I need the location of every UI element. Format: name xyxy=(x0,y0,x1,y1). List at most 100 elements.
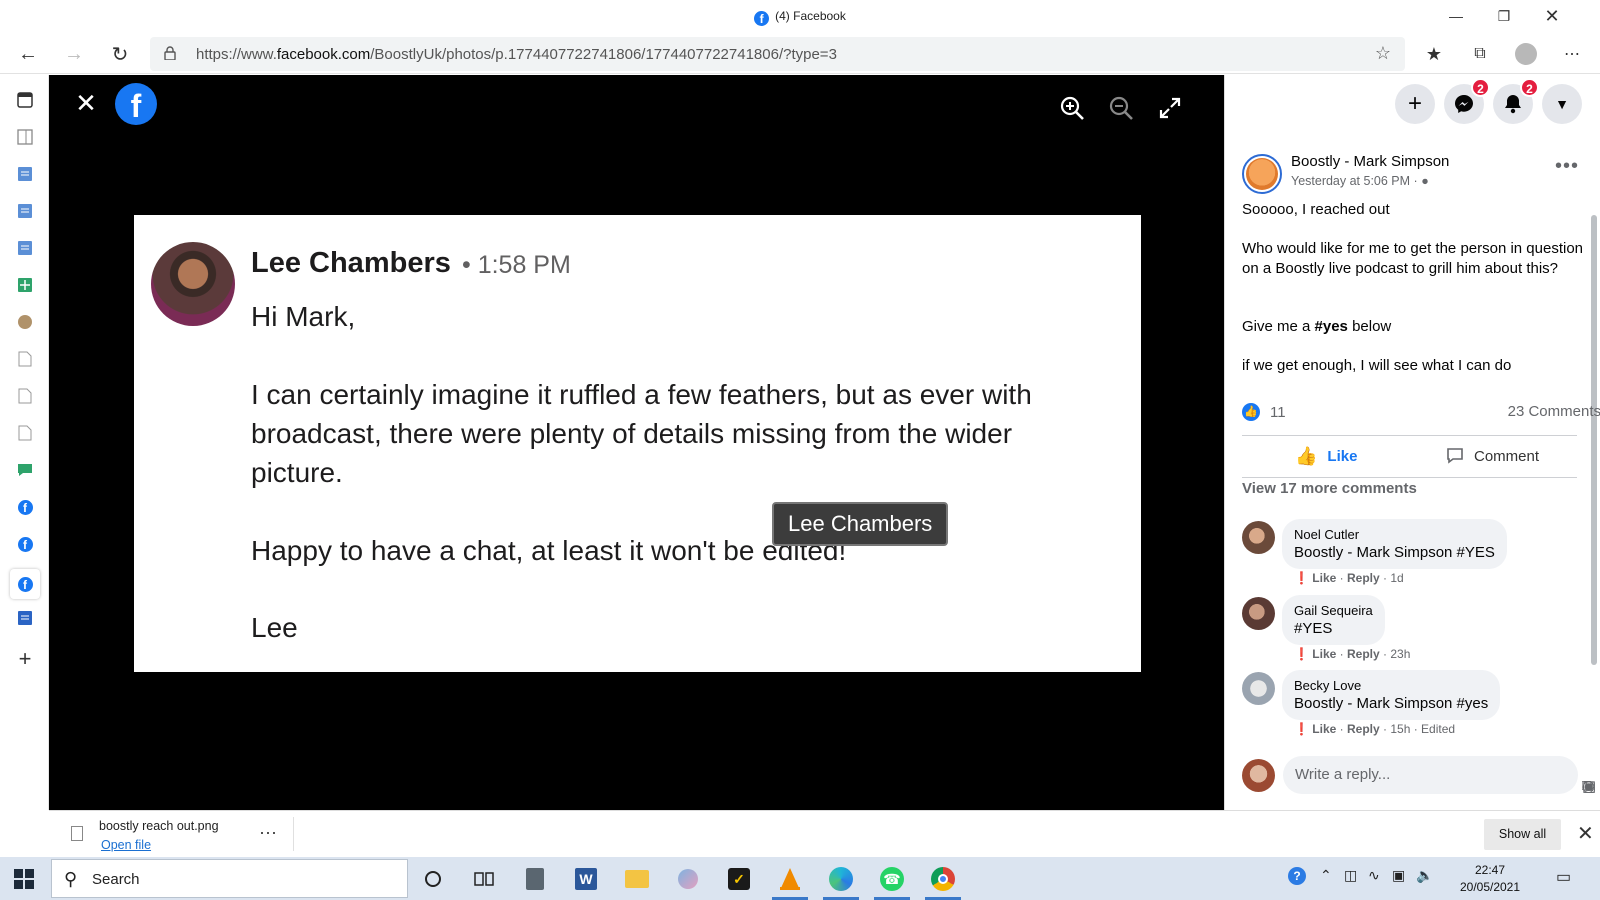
commenter-name[interactable]: Gail Sequeira xyxy=(1294,603,1373,618)
post-paragraph: Give me a #yes below xyxy=(1242,318,1392,335)
commenter-avatar[interactable] xyxy=(1242,672,1275,705)
zoom-out-icon[interactable] xyxy=(1108,95,1134,121)
file-explorer-icon[interactable] xyxy=(617,862,657,896)
download-options-icon[interactable]: ⋯ xyxy=(259,823,278,844)
close-viewer-icon[interactable]: ✕ xyxy=(73,90,99,117)
document-tab-icon[interactable] xyxy=(13,162,37,186)
spreadsheet-tab-icon[interactable] xyxy=(13,273,37,297)
norton-icon[interactable]: ✓ xyxy=(719,862,759,896)
cortana-icon[interactable] xyxy=(413,862,453,896)
reading-view-icon[interactable] xyxy=(13,125,37,149)
task-view-icon[interactable] xyxy=(464,862,504,896)
settings-more-icon[interactable]: ⋯ xyxy=(1556,38,1588,70)
reaction-summary[interactable]: 👍 11 xyxy=(1242,403,1286,421)
taskbar-search-box[interactable]: ⚲ Search xyxy=(51,859,408,898)
message-signoff: Lee xyxy=(251,612,298,643)
favorites-icon[interactable]: ★ xyxy=(1418,38,1450,70)
facebook-tab-icon-active[interactable]: f xyxy=(10,569,40,599)
close-download-bar-icon[interactable]: ✕ xyxy=(1577,821,1594,846)
hashtag-link[interactable]: #yes xyxy=(1315,318,1348,335)
tag-icon: ❗ xyxy=(1294,647,1309,661)
forward-button[interactable]: → xyxy=(58,38,90,70)
post-panel: + 2 2 ▼ Boostly - Mark Simpson Yesterday… xyxy=(1224,75,1600,810)
show-hidden-icons-icon[interactable]: ⌃ xyxy=(1320,867,1332,884)
edge-browser-icon[interactable] xyxy=(821,862,861,900)
help-icon[interactable]: ? xyxy=(1288,867,1306,885)
collections-icon[interactable]: ⧉ xyxy=(1464,38,1496,70)
fullscreen-icon[interactable] xyxy=(1157,95,1183,121)
commenter-name[interactable]: Noel Cutler xyxy=(1294,527,1495,542)
comment-count[interactable]: 23 Comments xyxy=(1508,403,1600,420)
commenter-avatar[interactable] xyxy=(1242,521,1275,554)
chrome-icon[interactable] xyxy=(923,862,963,900)
account-menu-button[interactable]: ▼ xyxy=(1542,84,1582,124)
view-more-comments-link[interactable]: View 17 more comments xyxy=(1242,480,1417,497)
post-timestamp[interactable]: Yesterday at 5:06 PM · ● xyxy=(1291,174,1429,188)
chat-tab-icon[interactable] xyxy=(13,458,37,482)
photo-viewer: ✕ f Lee Chambers • 1:58 PM Hi Mark, I ca… xyxy=(49,75,1224,810)
facebook-logo-icon[interactable]: f xyxy=(115,83,157,125)
document-tab-icon[interactable] xyxy=(13,236,37,260)
comment-like-link[interactable]: Like xyxy=(1312,571,1336,585)
create-button[interactable]: + xyxy=(1395,84,1435,124)
page-tab-icon[interactable] xyxy=(13,421,37,445)
commenter-avatar[interactable] xyxy=(1242,597,1275,630)
whatsapp-icon[interactable]: ☎ xyxy=(872,862,912,900)
facebook-tab-icon[interactable]: f xyxy=(13,495,37,519)
windows-start-icon[interactable] xyxy=(14,869,34,889)
open-file-link[interactable]: Open file xyxy=(101,838,151,852)
close-window-button[interactable]: ✕ xyxy=(1528,0,1576,32)
site-tab-icon[interactable] xyxy=(13,310,37,334)
comment-time[interactable]: 23h xyxy=(1390,647,1410,661)
taskbar-clock[interactable]: 22:47 20/05/2021 xyxy=(1450,862,1530,896)
maximize-button[interactable]: ❐ xyxy=(1480,0,1528,32)
calculator-icon[interactable] xyxy=(515,862,555,896)
comment-time[interactable]: 15h xyxy=(1390,722,1410,736)
commenter-name[interactable]: Becky Love xyxy=(1294,678,1488,693)
document-tab-icon[interactable] xyxy=(13,606,37,630)
vlc-icon[interactable] xyxy=(770,862,810,900)
add-favorite-icon[interactable]: ☆ xyxy=(1375,43,1391,64)
volume-icon[interactable]: 🔈 xyxy=(1416,867,1433,884)
download-filename[interactable]: boostly reach out.png xyxy=(99,819,219,833)
comment-reply-link[interactable]: Reply xyxy=(1347,722,1380,736)
minimize-button[interactable]: — xyxy=(1432,0,1480,32)
like-reaction-icon: 👍 xyxy=(1242,403,1260,421)
comment-button[interactable]: Comment xyxy=(1446,439,1539,473)
word-icon[interactable]: W xyxy=(566,862,606,896)
clock-date: 20/05/2021 xyxy=(1459,880,1521,894)
zoom-in-icon[interactable] xyxy=(1059,95,1085,121)
paint-icon[interactable] xyxy=(668,862,708,896)
comment-time[interactable]: 1d xyxy=(1390,571,1403,585)
facebook-tab-icon[interactable]: f xyxy=(13,532,37,556)
messenger-button[interactable]: 2 xyxy=(1444,78,1490,124)
refresh-button[interactable]: ↻ xyxy=(104,38,136,70)
profile-avatar-icon[interactable] xyxy=(1510,38,1542,70)
browser-sidebar: f f f + xyxy=(0,75,49,810)
panel-scrollbar[interactable] xyxy=(1591,215,1597,665)
page-tab-icon[interactable] xyxy=(13,384,37,408)
comment-reply-link[interactable]: Reply xyxy=(1347,571,1380,585)
comment-reply-link[interactable]: Reply xyxy=(1347,647,1380,661)
sticker-icon[interactable]: □ xyxy=(1582,777,1600,794)
page-tab-icon[interactable] xyxy=(13,347,37,371)
comment-like-link[interactable]: Like xyxy=(1312,722,1336,736)
wifi-icon[interactable]: ∿ xyxy=(1368,867,1380,884)
notifications-button[interactable]: 2 xyxy=(1493,78,1539,124)
message-line: Happy to have a chat, at least it won't … xyxy=(251,535,847,566)
back-button[interactable]: ← xyxy=(12,38,44,70)
post-author[interactable]: Boostly - Mark Simpson xyxy=(1291,153,1449,170)
display-icon[interactable]: ▣ xyxy=(1392,867,1405,884)
like-button[interactable]: 👍 Like xyxy=(1295,439,1357,473)
post-options-icon[interactable]: ••• xyxy=(1555,155,1579,178)
tab-actions-icon[interactable] xyxy=(13,88,37,112)
comment-like-link[interactable]: Like xyxy=(1312,647,1336,661)
new-tab-plus-icon[interactable]: + xyxy=(13,646,37,671)
reply-input[interactable]: Write a reply... ▢☺◉▣□ xyxy=(1283,756,1597,795)
author-avatar[interactable] xyxy=(1242,154,1282,194)
address-bar[interactable]: https://www.facebook.com/BoostlyUk/photo… xyxy=(150,37,1405,71)
show-all-button[interactable]: Show all xyxy=(1484,819,1561,850)
document-tab-icon[interactable] xyxy=(13,199,37,223)
device-icon[interactable]: ◫ xyxy=(1344,867,1357,884)
notification-center-icon[interactable]: ▭ xyxy=(1556,867,1571,887)
